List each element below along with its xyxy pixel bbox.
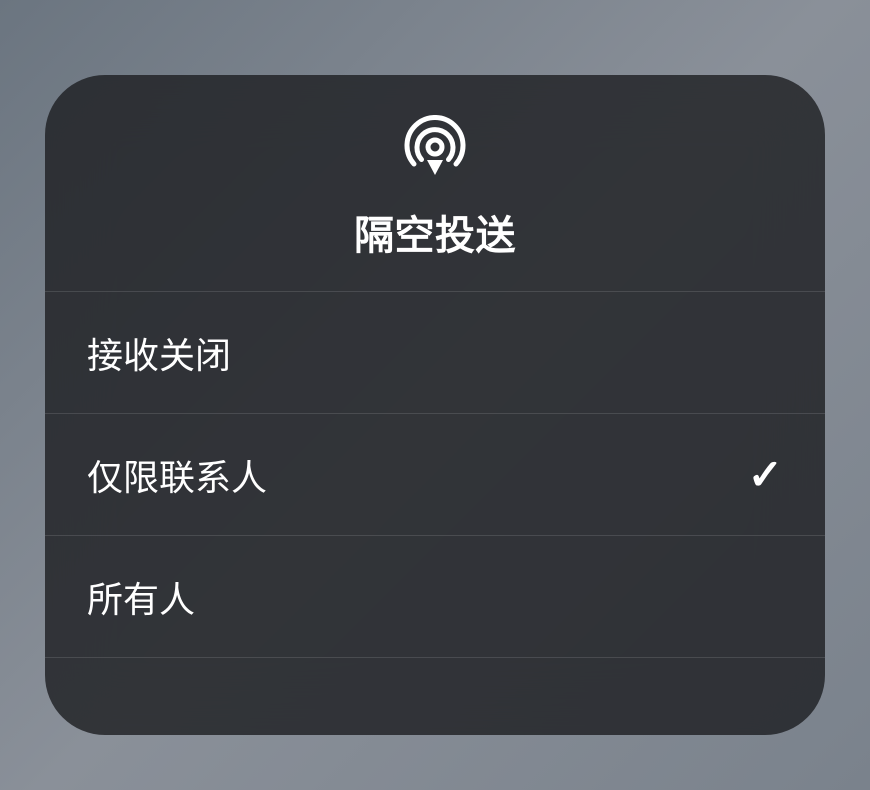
- airdrop-panel: 隔空投送 接收关闭 ✓ 仅限联系人 ✓ 所有人 ✓: [45, 75, 825, 735]
- airdrop-icon: [403, 115, 467, 179]
- check-icon: ✓: [748, 450, 783, 499]
- option-label: 仅限联系人: [87, 449, 267, 501]
- option-label: 接收关闭: [87, 327, 231, 379]
- panel-title: 隔空投送: [354, 203, 516, 261]
- panel-header: 隔空投送: [45, 75, 825, 292]
- option-everyone[interactable]: 所有人 ✓: [45, 536, 825, 658]
- option-receiving-off[interactable]: 接收关闭 ✓: [45, 292, 825, 414]
- option-list: 接收关闭 ✓ 仅限联系人 ✓ 所有人 ✓: [45, 292, 825, 658]
- option-label: 所有人: [87, 571, 195, 623]
- option-contacts-only[interactable]: 仅限联系人 ✓: [45, 414, 825, 536]
